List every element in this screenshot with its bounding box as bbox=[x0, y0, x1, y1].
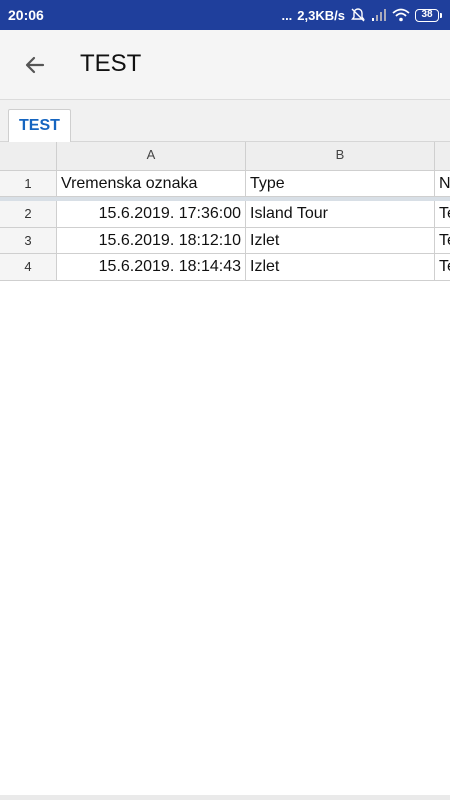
sheet-tabs: TEST bbox=[0, 100, 450, 142]
cell-b2[interactable]: Island Tour bbox=[246, 201, 435, 228]
cell-c1[interactable]: N bbox=[435, 171, 450, 197]
corner-cell[interactable] bbox=[0, 142, 57, 171]
mute-alarm-icon bbox=[350, 7, 366, 23]
cell-b4[interactable]: Izlet bbox=[246, 254, 435, 281]
app-bar: TEST bbox=[0, 30, 450, 100]
cell-b1[interactable]: Type bbox=[246, 171, 435, 197]
wifi-icon bbox=[392, 8, 410, 22]
cell-a2[interactable]: 15.6.2019. 17:36:00 bbox=[57, 201, 246, 228]
battery-level: 38 bbox=[415, 8, 439, 22]
cell-a1[interactable]: Vremenska oznaka bbox=[57, 171, 246, 197]
row-number[interactable]: 1 bbox=[0, 171, 57, 197]
cell-a3[interactable]: 15.6.2019. 18:12:10 bbox=[57, 228, 246, 254]
status-dots: ... bbox=[281, 7, 293, 23]
status-icons: ... 2,3KB/s 38 bbox=[281, 7, 442, 23]
bottom-edge bbox=[0, 795, 450, 800]
spreadsheet-grid: A B C 1 Vremenska oznaka Type N 2 15.6.2… bbox=[0, 142, 450, 282]
tab-test[interactable]: TEST bbox=[8, 109, 71, 142]
cell-a4[interactable]: 15.6.2019. 18:14:43 bbox=[57, 254, 246, 281]
network-speed: 2,3KB/s bbox=[297, 7, 345, 23]
arrow-left-icon bbox=[25, 56, 45, 74]
column-header-a[interactable]: A bbox=[57, 142, 246, 171]
status-time: 20:06 bbox=[8, 7, 44, 23]
row-number[interactable]: 4 bbox=[0, 254, 57, 281]
cell-c3[interactable]: Te bbox=[435, 228, 450, 254]
page-title: TEST bbox=[80, 50, 142, 77]
battery-icon: 38 bbox=[415, 8, 442, 22]
status-bar: 20:06 ... 2,3KB/s 38 bbox=[0, 0, 450, 30]
cell-c4[interactable]: Te bbox=[435, 254, 450, 281]
row-number[interactable]: 3 bbox=[0, 228, 57, 254]
signal-icon bbox=[371, 8, 387, 22]
row-number[interactable]: 2 bbox=[0, 201, 57, 228]
cell-c2[interactable]: Te bbox=[435, 201, 450, 228]
column-header-b[interactable]: B bbox=[246, 142, 435, 171]
back-button[interactable] bbox=[14, 44, 56, 86]
cell-b3[interactable]: Izlet bbox=[246, 228, 435, 254]
column-header-c[interactable]: C bbox=[435, 142, 450, 171]
